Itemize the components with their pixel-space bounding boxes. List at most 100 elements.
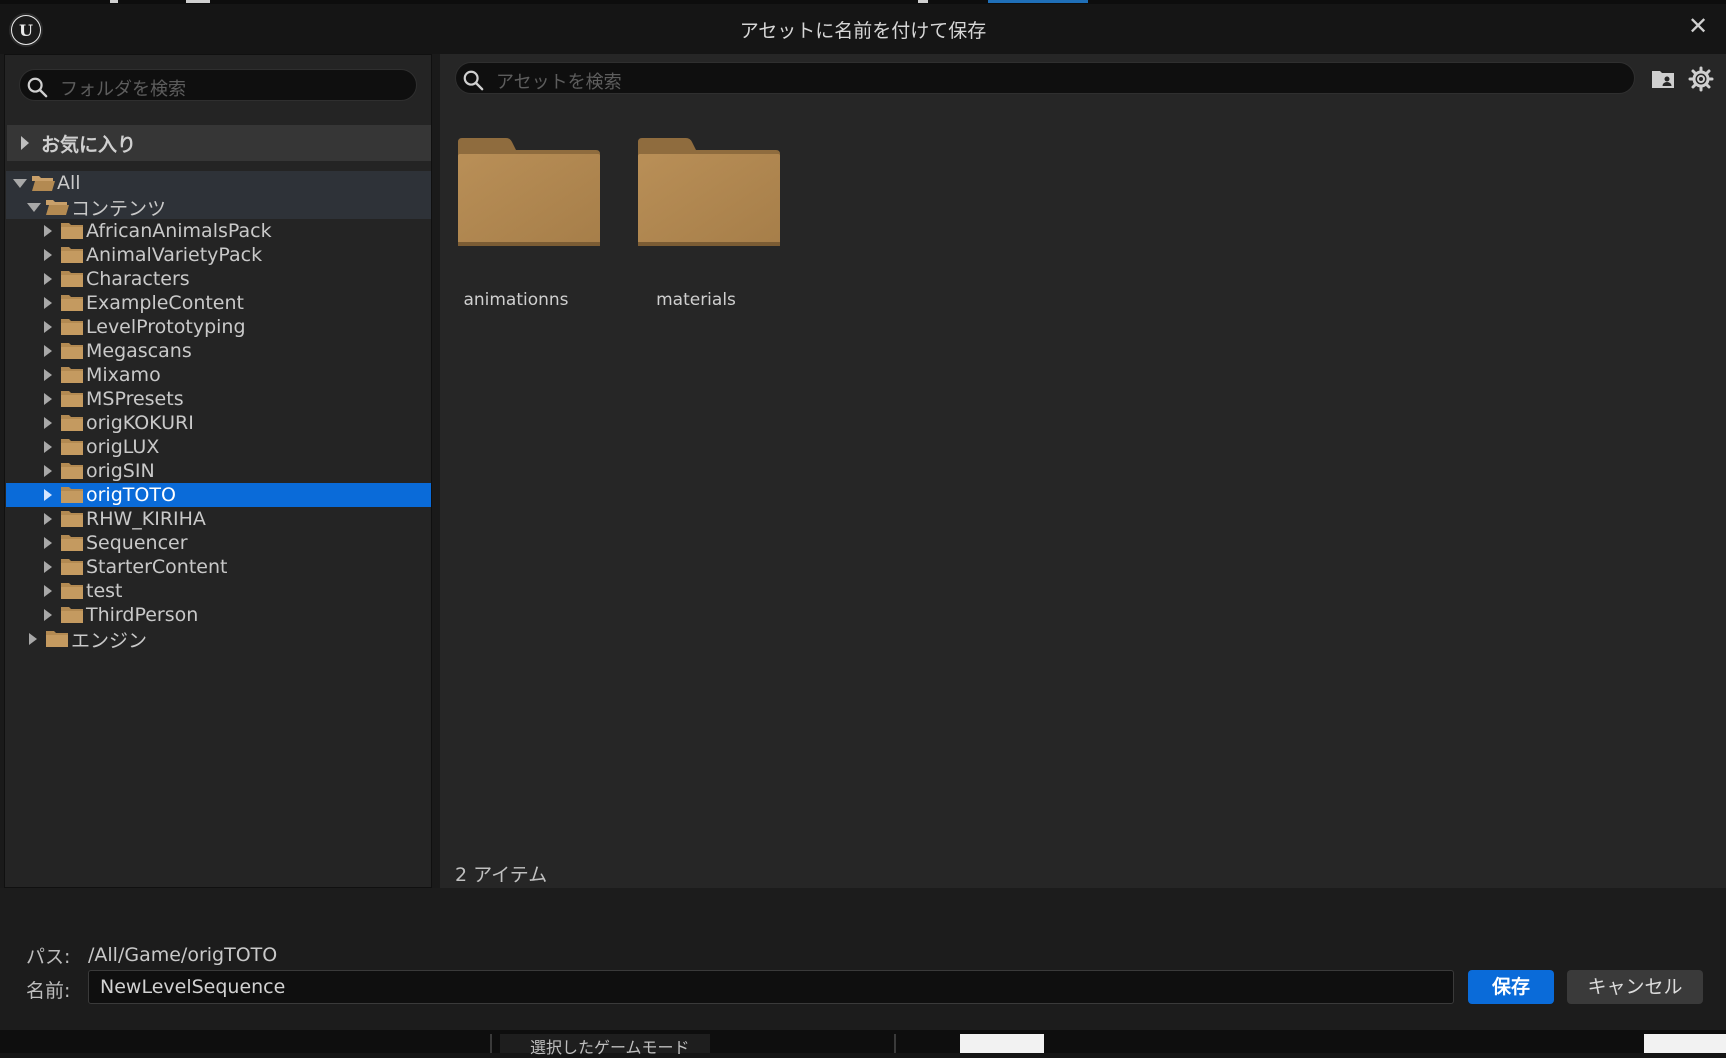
- folder-icon: [61, 439, 83, 455]
- name-label: 名前:: [26, 980, 71, 1002]
- cancel-button[interactable]: キャンセル: [1567, 970, 1703, 1004]
- tree-item-folder[interactable]: Megascans: [6, 339, 431, 363]
- path-label: パス:: [26, 946, 71, 968]
- collapse-arrow-icon[interactable]: [13, 178, 27, 188]
- tree-item-folder[interactable]: AfricanAnimalsPack: [6, 219, 431, 243]
- tree-item-all[interactable]: All: [6, 171, 431, 195]
- favorites-section[interactable]: お気に入り: [7, 125, 431, 161]
- expand-arrow-icon[interactable]: [44, 513, 52, 525]
- tree-item-folder[interactable]: Mixamo: [6, 363, 431, 387]
- folder-search-placeholder: フォルダを検索: [60, 79, 186, 100]
- tree-item-folder[interactable]: RHW_KIRIHA: [6, 507, 431, 531]
- tree-item-folder[interactable]: origKOKURI: [6, 411, 431, 435]
- tree-item-folder[interactable]: origSIN: [6, 459, 431, 483]
- expand-arrow-icon[interactable]: [44, 561, 52, 573]
- search-icon: [27, 77, 48, 98]
- folder-icon: [61, 223, 83, 239]
- tree-item-engine[interactable]: エンジン: [6, 627, 431, 652]
- tree-item-folder[interactable]: LevelPrototyping: [6, 315, 431, 339]
- expand-arrow-icon[interactable]: [44, 537, 52, 549]
- tree-label: AnimalVarietyPack: [86, 244, 263, 266]
- tree-label: Characters: [86, 268, 190, 290]
- asset-tile-label: materials: [656, 290, 736, 310]
- folder-icon: [61, 583, 83, 599]
- folder-panel: フォルダを検索 お気に入り All コンテンツ AfricanAnimalsPa…: [4, 54, 432, 888]
- gear-icon[interactable]: [1688, 66, 1714, 92]
- folder-person-icon[interactable]: [1650, 66, 1676, 92]
- folder-icon: [61, 607, 83, 623]
- folder-icon: [46, 631, 68, 647]
- asset-tile-folder[interactable]: animationns: [436, 54, 600, 310]
- strip-mark: [110, 0, 118, 3]
- tree-item-folder[interactable]: ThirdPerson: [6, 603, 431, 627]
- close-icon[interactable]: ✕: [1682, 10, 1714, 42]
- tree-label: RHW_KIRIHA: [86, 508, 206, 530]
- save-asset-dialog: U アセットに名前を付けて保存 ✕ フォルダを検索 お気に入り All コンテン…: [0, 4, 1726, 1030]
- divider: [490, 1034, 492, 1053]
- tree-item-folder[interactable]: StarterContent: [6, 555, 431, 579]
- tree-label: LevelPrototyping: [86, 316, 246, 338]
- expand-arrow-icon[interactable]: [21, 136, 29, 150]
- folder-icon: [61, 247, 83, 263]
- asset-panel: アセットを検索 animationns materials 2 アイテム: [440, 54, 1726, 888]
- path-value: /All/Game/origTOTO: [88, 944, 278, 966]
- tree-item-content[interactable]: コンテンツ: [6, 195, 431, 220]
- folder-icon: [458, 138, 600, 246]
- folder-search-input[interactable]: フォルダを検索: [19, 69, 417, 101]
- divider: [894, 1034, 896, 1053]
- tree-item-folder[interactable]: ExampleContent: [6, 291, 431, 315]
- expand-arrow-icon[interactable]: [44, 249, 52, 261]
- expand-arrow-icon[interactable]: [44, 369, 52, 381]
- white-panel: [1644, 1034, 1726, 1053]
- item-count: 2 アイテム: [455, 864, 548, 886]
- expand-arrow-icon[interactable]: [44, 441, 52, 453]
- expand-arrow-icon[interactable]: [44, 297, 52, 309]
- tree-label: Sequencer: [86, 532, 188, 554]
- expand-arrow-icon[interactable]: [44, 609, 52, 621]
- expand-arrow-icon[interactable]: [44, 417, 52, 429]
- asset-name-input[interactable]: [88, 970, 1454, 1004]
- expand-arrow-icon[interactable]: [44, 489, 52, 501]
- expand-arrow-icon[interactable]: [44, 465, 52, 477]
- tree-label: MSPresets: [86, 388, 184, 410]
- folder-icon: [61, 343, 83, 359]
- collapse-arrow-icon[interactable]: [27, 202, 41, 212]
- strip-mark: [186, 0, 210, 3]
- save-form: パス: /All/Game/origTOTO 名前: 保存 キャンセル: [0, 888, 1726, 1030]
- folder-icon: [61, 511, 83, 527]
- expand-arrow-icon[interactable]: [44, 273, 52, 285]
- expand-arrow-icon[interactable]: [29, 633, 37, 645]
- save-button[interactable]: 保存: [1468, 970, 1554, 1004]
- tree-label: test: [86, 580, 123, 602]
- tree-label: Mixamo: [86, 364, 161, 386]
- expand-arrow-icon[interactable]: [44, 393, 52, 405]
- folder-icon: [61, 319, 83, 335]
- folder-icon: [61, 463, 83, 479]
- folder-icon: [61, 367, 83, 383]
- tree-label: origTOTO: [86, 484, 176, 506]
- expand-arrow-icon[interactable]: [44, 321, 52, 333]
- tree-label: origLUX: [86, 436, 160, 458]
- tree-item-folder[interactable]: Sequencer: [6, 531, 431, 555]
- tree-label: All: [57, 172, 81, 194]
- background-app-bottom-strip: 選択したゲームモード: [0, 1030, 1726, 1057]
- folder-icon: [61, 559, 83, 575]
- folder-icon: [61, 415, 83, 431]
- tree-item-folder[interactable]: Characters: [6, 267, 431, 291]
- tree-label: エンジン: [71, 629, 148, 652]
- expand-arrow-icon[interactable]: [44, 225, 52, 237]
- folder-open-icon: [46, 200, 69, 215]
- tree-item-folder-selected[interactable]: origTOTO: [6, 483, 431, 507]
- tree-item-folder[interactable]: MSPresets: [6, 387, 431, 411]
- dialog-title: アセットに名前を付けて保存: [739, 20, 987, 42]
- tree-item-folder[interactable]: AnimalVarietyPack: [6, 243, 431, 267]
- tree-item-folder[interactable]: test: [6, 579, 431, 603]
- title-bar: U アセットに名前を付けて保存 ✕: [0, 4, 1726, 54]
- folder-icon: [61, 535, 83, 551]
- tree-item-folder[interactable]: origLUX: [6, 435, 431, 459]
- expand-arrow-icon[interactable]: [44, 585, 52, 597]
- tree-label: AfricanAnimalsPack: [86, 220, 272, 242]
- asset-tile-folder[interactable]: materials: [616, 54, 780, 310]
- favorites-label: お気に入り: [41, 133, 137, 156]
- expand-arrow-icon[interactable]: [44, 345, 52, 357]
